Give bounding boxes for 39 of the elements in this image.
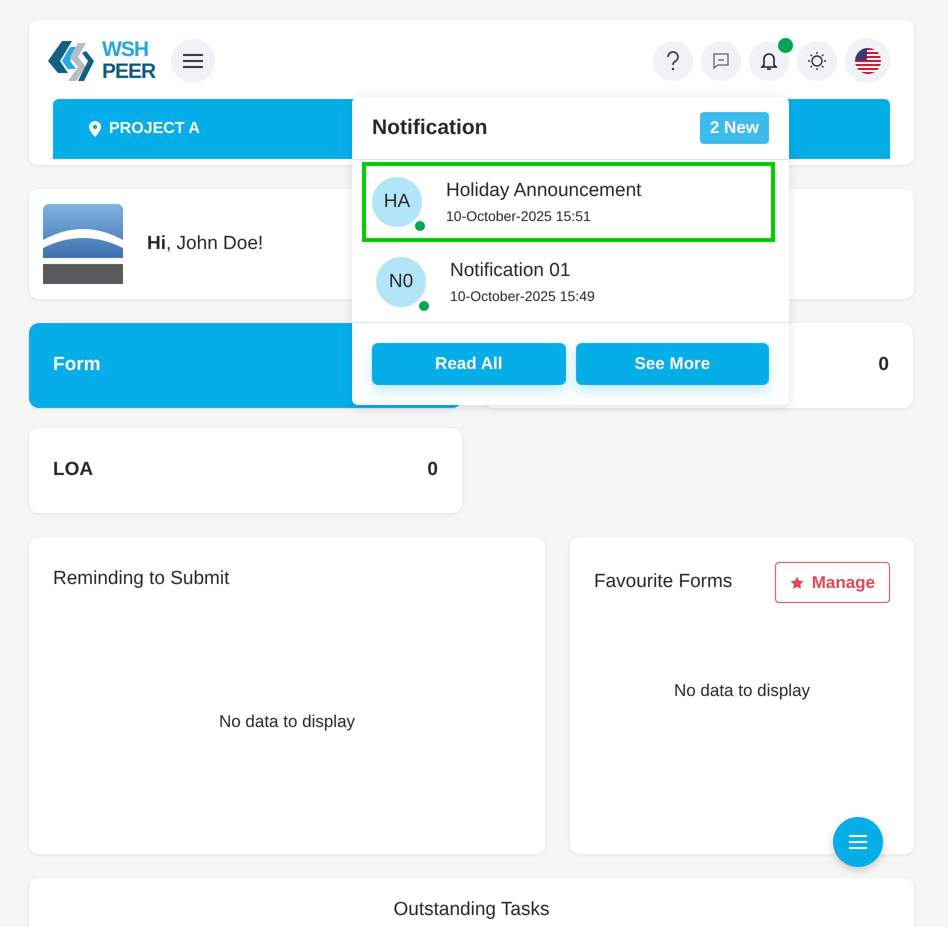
panel-title: Reminding to Submit: [53, 567, 230, 591]
panel-title: Notification: [372, 115, 488, 142]
menu-icon: [849, 835, 867, 849]
stat-card[interactable]: LOA 0: [29, 428, 462, 513]
chat-icon: [712, 52, 730, 70]
notification-item[interactable]: HA Holiday Announcement 10-October-2025 15:51: [362, 162, 775, 242]
notification-title: Holiday Announcement: [446, 179, 642, 204]
stat-value: 0: [427, 458, 438, 482]
help-icon: [666, 50, 680, 70]
location-icon: [89, 121, 101, 137]
bell-icon: [760, 50, 778, 70]
menu-icon: [183, 54, 204, 68]
menu-button[interactable]: [171, 38, 216, 82]
empty-message: No data to display: [674, 680, 810, 702]
stat-label: Form: [53, 353, 100, 378]
panel-title: Outstanding Tasks: [394, 898, 550, 922]
logo-text: WSH: [102, 38, 149, 60]
notification-item[interactable]: N0 Notification 01 10-October-2025 15:49: [352, 242, 789, 322]
empty-message: No data to display: [218, 710, 356, 732]
help-button[interactable]: [653, 40, 693, 80]
sun-icon: [807, 50, 827, 70]
notification-time: 10-October-2025 15:51: [446, 206, 592, 226]
language-button[interactable]: [845, 38, 890, 83]
chat-button[interactable]: [701, 40, 741, 80]
notification-title: Notification 01: [450, 259, 572, 284]
panel-title: Favourite Forms: [594, 570, 732, 594]
project-link[interactable]: PROJECT A: [89, 117, 200, 141]
theme-button[interactable]: [797, 40, 837, 80]
notification-time: 10-October-2025 15:49: [450, 286, 595, 306]
stat-label: LOA: [53, 458, 94, 482]
star-icon: [790, 576, 804, 590]
panel-button[interactable]: See More: [576, 343, 769, 385]
panel-button[interactable]: Read All: [372, 343, 566, 385]
greeting-text: Hi, John Doe!: [147, 232, 264, 256]
manage-button[interactable]: Manage: [774, 562, 890, 603]
flag-icon: [854, 48, 880, 74]
stat-value: 0: [878, 353, 889, 378]
logo-text: PEER: [102, 60, 156, 82]
new-badge: 2 New: [700, 112, 769, 144]
